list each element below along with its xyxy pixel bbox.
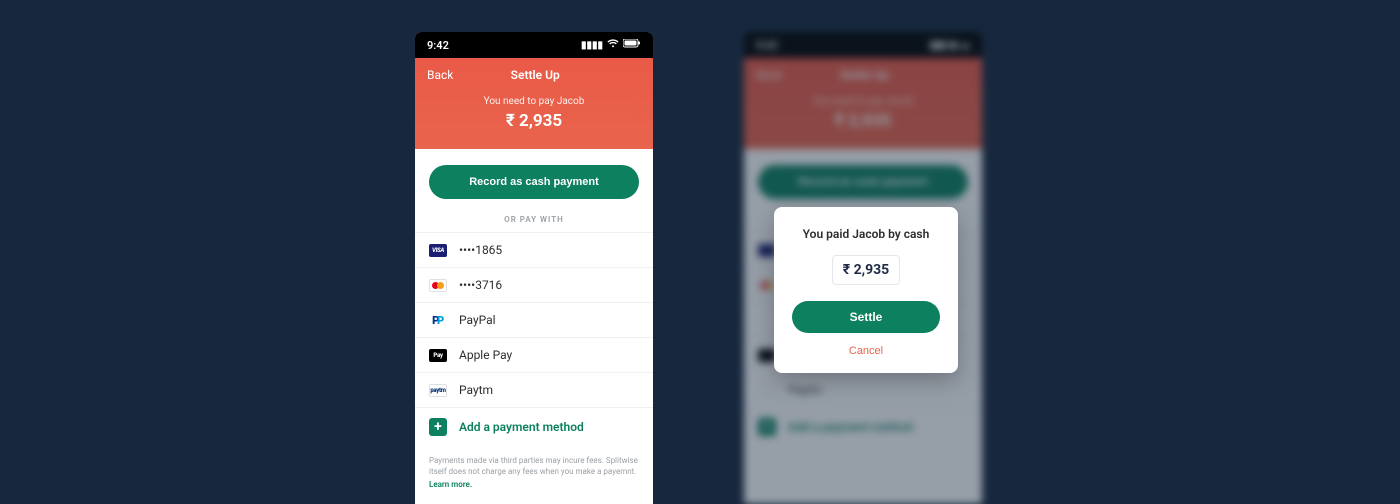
plus-icon: + bbox=[429, 418, 447, 436]
method-label: ••••1865 bbox=[459, 243, 502, 257]
method-row-visa[interactable]: VISA ••••1865 bbox=[415, 232, 653, 267]
mastercard-icon bbox=[429, 279, 447, 292]
status-time: 9:42 bbox=[427, 39, 449, 52]
settle-button[interactable]: Settle bbox=[792, 301, 940, 333]
paytm-icon bbox=[758, 384, 776, 397]
summary-amount: ₹ 2,935 bbox=[415, 111, 653, 131]
pay-summary: You need to pay Jacob ₹ 2,935 bbox=[415, 90, 653, 149]
method-row-paypal[interactable]: PP PayPal bbox=[415, 302, 653, 337]
method-label: Paytm bbox=[788, 383, 822, 397]
visa-icon: VISA bbox=[429, 244, 447, 257]
wifi-icon bbox=[607, 39, 619, 51]
modal-title: You paid Jacob by cash bbox=[790, 227, 942, 241]
method-label: PayPal bbox=[459, 313, 496, 327]
modal-amount[interactable]: ₹ 2,935 bbox=[832, 255, 900, 285]
cancel-button[interactable]: Cancel bbox=[849, 345, 883, 357]
nav-row: Back Settle Up bbox=[415, 58, 653, 90]
add-payment-method: + Add a payment method bbox=[744, 407, 982, 446]
pay-summary: You need to pay Jacob ₹ 2,935 bbox=[744, 90, 982, 149]
or-divider: OR PAY WITH bbox=[415, 213, 653, 232]
plus-icon: + bbox=[758, 418, 776, 436]
settle-up-screen: 9:42 ▮▮▮▮ Back Settle Up You need to pay… bbox=[415, 32, 653, 504]
learn-more-link[interactable]: Learn more. bbox=[429, 480, 639, 491]
status-bar: 9:42 ▮▮▮ ◉ ▬ bbox=[744, 32, 982, 58]
add-payment-method[interactable]: + Add a payment method bbox=[415, 407, 653, 446]
cash-confirmation-modal: You paid Jacob by cash ₹ 2,935 Settle Ca… bbox=[774, 207, 958, 373]
add-method-label: Add a payment method bbox=[788, 420, 913, 434]
method-label: Paytm bbox=[459, 383, 493, 397]
content: Record as cash payment OR PAY WITH VISA … bbox=[415, 165, 653, 500]
page-title: Settle Up bbox=[758, 68, 970, 82]
status-icons: ▮▮▮▮ bbox=[581, 39, 641, 51]
signal-icon: ▮▮▮▮ bbox=[581, 40, 603, 51]
method-row-applepay[interactable]: Pay Apple Pay bbox=[415, 337, 653, 372]
applepay-icon: Pay bbox=[429, 349, 447, 362]
paypal-icon: PP bbox=[429, 314, 447, 327]
method-label: Apple Pay bbox=[459, 348, 512, 362]
nav-row: Back Settle Up bbox=[744, 58, 982, 90]
add-method-label: Add a payment method bbox=[459, 420, 584, 434]
footer-text: Payments made via third parties may incu… bbox=[415, 446, 653, 500]
summary-amount: ₹ 2,935 bbox=[744, 111, 982, 131]
record-cash-button: Record as cash payment bbox=[758, 165, 968, 199]
summary-label: You need to pay Jacob bbox=[744, 96, 982, 107]
summary-label: You need to pay Jacob bbox=[415, 96, 653, 107]
record-cash-button[interactable]: Record as cash payment bbox=[429, 165, 639, 199]
method-row-mastercard[interactable]: ••••3716 bbox=[415, 267, 653, 302]
method-row-paytm: Paytm bbox=[744, 372, 982, 407]
status-bar: 9:42 ▮▮▮▮ bbox=[415, 32, 653, 58]
method-row-paytm[interactable]: paytm Paytm bbox=[415, 372, 653, 407]
paytm-icon: paytm bbox=[429, 384, 447, 397]
status-time: 9:42 bbox=[756, 39, 778, 52]
header: Back Settle Up You need to pay Jacob ₹ 2… bbox=[415, 58, 653, 149]
footer-copy: Payments made via third parties may incu… bbox=[429, 456, 638, 476]
status-icons: ▮▮▮ ◉ ▬ bbox=[930, 40, 970, 51]
page-title: Settle Up bbox=[429, 68, 641, 82]
method-label: ••••3716 bbox=[459, 278, 502, 292]
battery-icon bbox=[623, 39, 641, 51]
header: Back Settle Up You need to pay Jacob ₹ 2… bbox=[744, 58, 982, 149]
